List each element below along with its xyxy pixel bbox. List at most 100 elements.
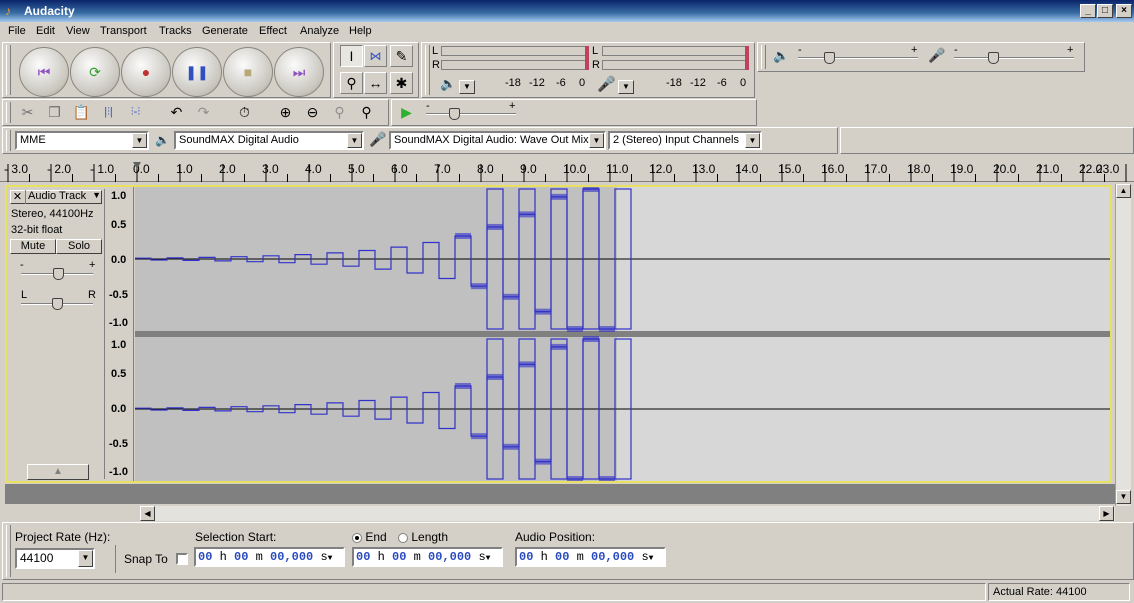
track-gain-slider[interactable] [53,268,64,280]
output-device-select[interactable]: SoundMAX Digital Audio ▼ [174,131,364,150]
zoom-out-button[interactable]: ⊖ [301,101,324,123]
menu-tracks[interactable]: Tracks [159,25,192,37]
stop-button[interactable]: ■ [223,47,273,97]
project-rate-select[interactable]: 44100 ▼ [15,548,95,569]
snap-to-checkbox[interactable] [176,553,188,565]
waveform-noise [471,433,487,440]
sync-lock-button[interactable]: ⏱ [233,101,256,123]
window-title: Audacity [24,4,75,18]
scroll-right-button[interactable]: ▶ [1099,506,1114,521]
menu-effect[interactable]: Effect [259,25,287,37]
timeline-ruler[interactable]: - 3.0- 2.0- 1.0 0.0 1.0 2.0 3.0 4.0 5.0 6.0 7.0 8… [0,154,1134,182]
input-device-select[interactable]: SoundMAX Digital Audio: Wave Out Mix ▼ [389,131,606,150]
end-m-unit: m [413,550,421,564]
start-s-unit: s [320,550,328,564]
selection-start-time[interactable]: 00 h 00 m 00,000 s▼ [194,547,345,567]
track-name-menu[interactable]: Audio Track ▼ [25,190,103,204]
menu-transport[interactable]: Transport [100,25,147,37]
paste-icon: 📋 [72,103,91,120]
collapse-track-button[interactable]: ▲ [27,464,89,480]
close-button[interactable]: × [1116,4,1132,18]
device-toolbar-filler [840,127,1134,154]
pos-s-unit: s [641,550,649,564]
scroll-down-button[interactable]: ▼ [1116,490,1131,504]
asterisk-icon: ✱ [395,74,408,91]
play-speed-slider[interactable] [449,108,460,120]
cut-button[interactable]: ✂ [16,101,39,123]
input-meter-menu-button[interactable]: ▼ [618,80,634,94]
audio-position-time[interactable]: 00 h 00 m 00,000 s▼ [515,547,666,567]
vertical-scrollbar[interactable]: ▲ ▼ [1115,184,1131,506]
selection-tool[interactable]: I [340,45,363,67]
skip-to-start-button[interactable]: ⏮ [19,47,69,97]
empty-track-space[interactable] [5,484,1116,504]
status-bar: Actual Rate: 44100 [0,582,1134,603]
loop-play-button[interactable]: ⟳ [70,47,120,97]
waveform-noise [535,308,551,315]
menu-edit[interactable]: Edit [36,25,55,37]
channel-separator [135,331,1110,337]
silence-button[interactable]: ⫶-⫶ [124,101,147,123]
output-volume-minus: - [798,44,802,56]
menu-analyze[interactable]: Analyze [300,25,339,37]
track-pan-slider[interactable] [52,298,63,310]
length-radio[interactable]: Length [398,530,448,544]
trim-button[interactable]: |⫶| [97,101,120,123]
envelope-tool[interactable]: ⋈ [364,45,387,67]
start-hours: 00 [198,550,213,564]
menu-generate[interactable]: Generate [202,25,248,37]
input-channels-select[interactable]: 2 (Stereo) Input Channels ▼ [608,131,762,150]
horizontal-scrollbar[interactable]: ◀ ▶ [140,506,1115,521]
output-volume-slider[interactable] [824,52,835,64]
collapse-arrow-icon: ▲ [53,466,63,477]
end-seconds: 00,000 [428,550,472,564]
output-meter-menu-button[interactable]: ▼ [459,80,475,94]
timeshift-tool[interactable]: ↔ [364,72,387,94]
magnifier-icon: ⚲ [346,74,357,91]
waveform-noise [599,326,615,332]
ruler-label: 1.0 [176,162,193,176]
multi-tool[interactable]: ✱ [390,72,413,94]
end-radio[interactable]: End [352,530,387,544]
scroll-left-button[interactable]: ◀ [140,506,155,521]
maximize-button[interactable]: □ [1097,4,1113,18]
y-tick-0-bottom: 0.0 [111,403,127,415]
pause-button[interactable]: ❚❚ [172,47,222,97]
draw-tool[interactable]: ✎ [390,45,413,67]
speaker-icon: 🔈 [440,76,457,91]
silence-icon: ⫶-⫶ [130,105,141,118]
fit-project-button[interactable]: ⚲ [355,101,378,123]
skip-to-end-button[interactable]: ⏭ [274,47,324,97]
ruler-label: 5.0 [348,162,365,176]
menu-help[interactable]: Help [349,25,372,37]
length-label: Length [411,530,449,544]
minimize-button[interactable]: _ [1080,4,1096,18]
scroll-up-button[interactable]: ▲ [1116,184,1131,198]
mute-button[interactable]: Mute [10,239,56,254]
paste-button[interactable]: 📋 [70,101,93,123]
waveform-display[interactable] [135,187,1110,481]
copy-button[interactable]: ❐ [43,101,66,123]
zoom-tool[interactable]: ⚲ [340,72,363,94]
meter-tick-12: -12 [529,77,545,89]
host-select[interactable]: MME ▼ [15,131,149,150]
speed-track [426,113,516,115]
menu-file[interactable]: File [8,25,26,37]
track-close-button[interactable]: ✕ [11,191,24,203]
track-format: 32-bit float [11,224,63,236]
input-meter-right [441,60,586,70]
zoom-in-icon: ⊕ [279,103,292,120]
menu-view[interactable]: View [66,25,90,37]
ruler-label: 3.0 [262,162,279,176]
play-at-speed-button[interactable]: ▶ [395,101,418,123]
record-button[interactable]: ● [121,47,171,97]
selection-end-time[interactable]: 00 h 00 m 00,000 s▼ [352,547,503,567]
zoom-out-icon: ⊖ [306,103,319,120]
input-volume-slider[interactable] [988,52,999,64]
input-device-value: SoundMAX Digital Audio: Wave Out Mix [394,134,589,146]
undo-button[interactable]: ↶ [165,101,188,123]
solo-button[interactable]: Solo [56,239,102,254]
fit-selection-button[interactable]: ⚲ [328,101,351,123]
redo-button[interactable]: ↷ [192,101,215,123]
zoom-in-button[interactable]: ⊕ [274,101,297,123]
